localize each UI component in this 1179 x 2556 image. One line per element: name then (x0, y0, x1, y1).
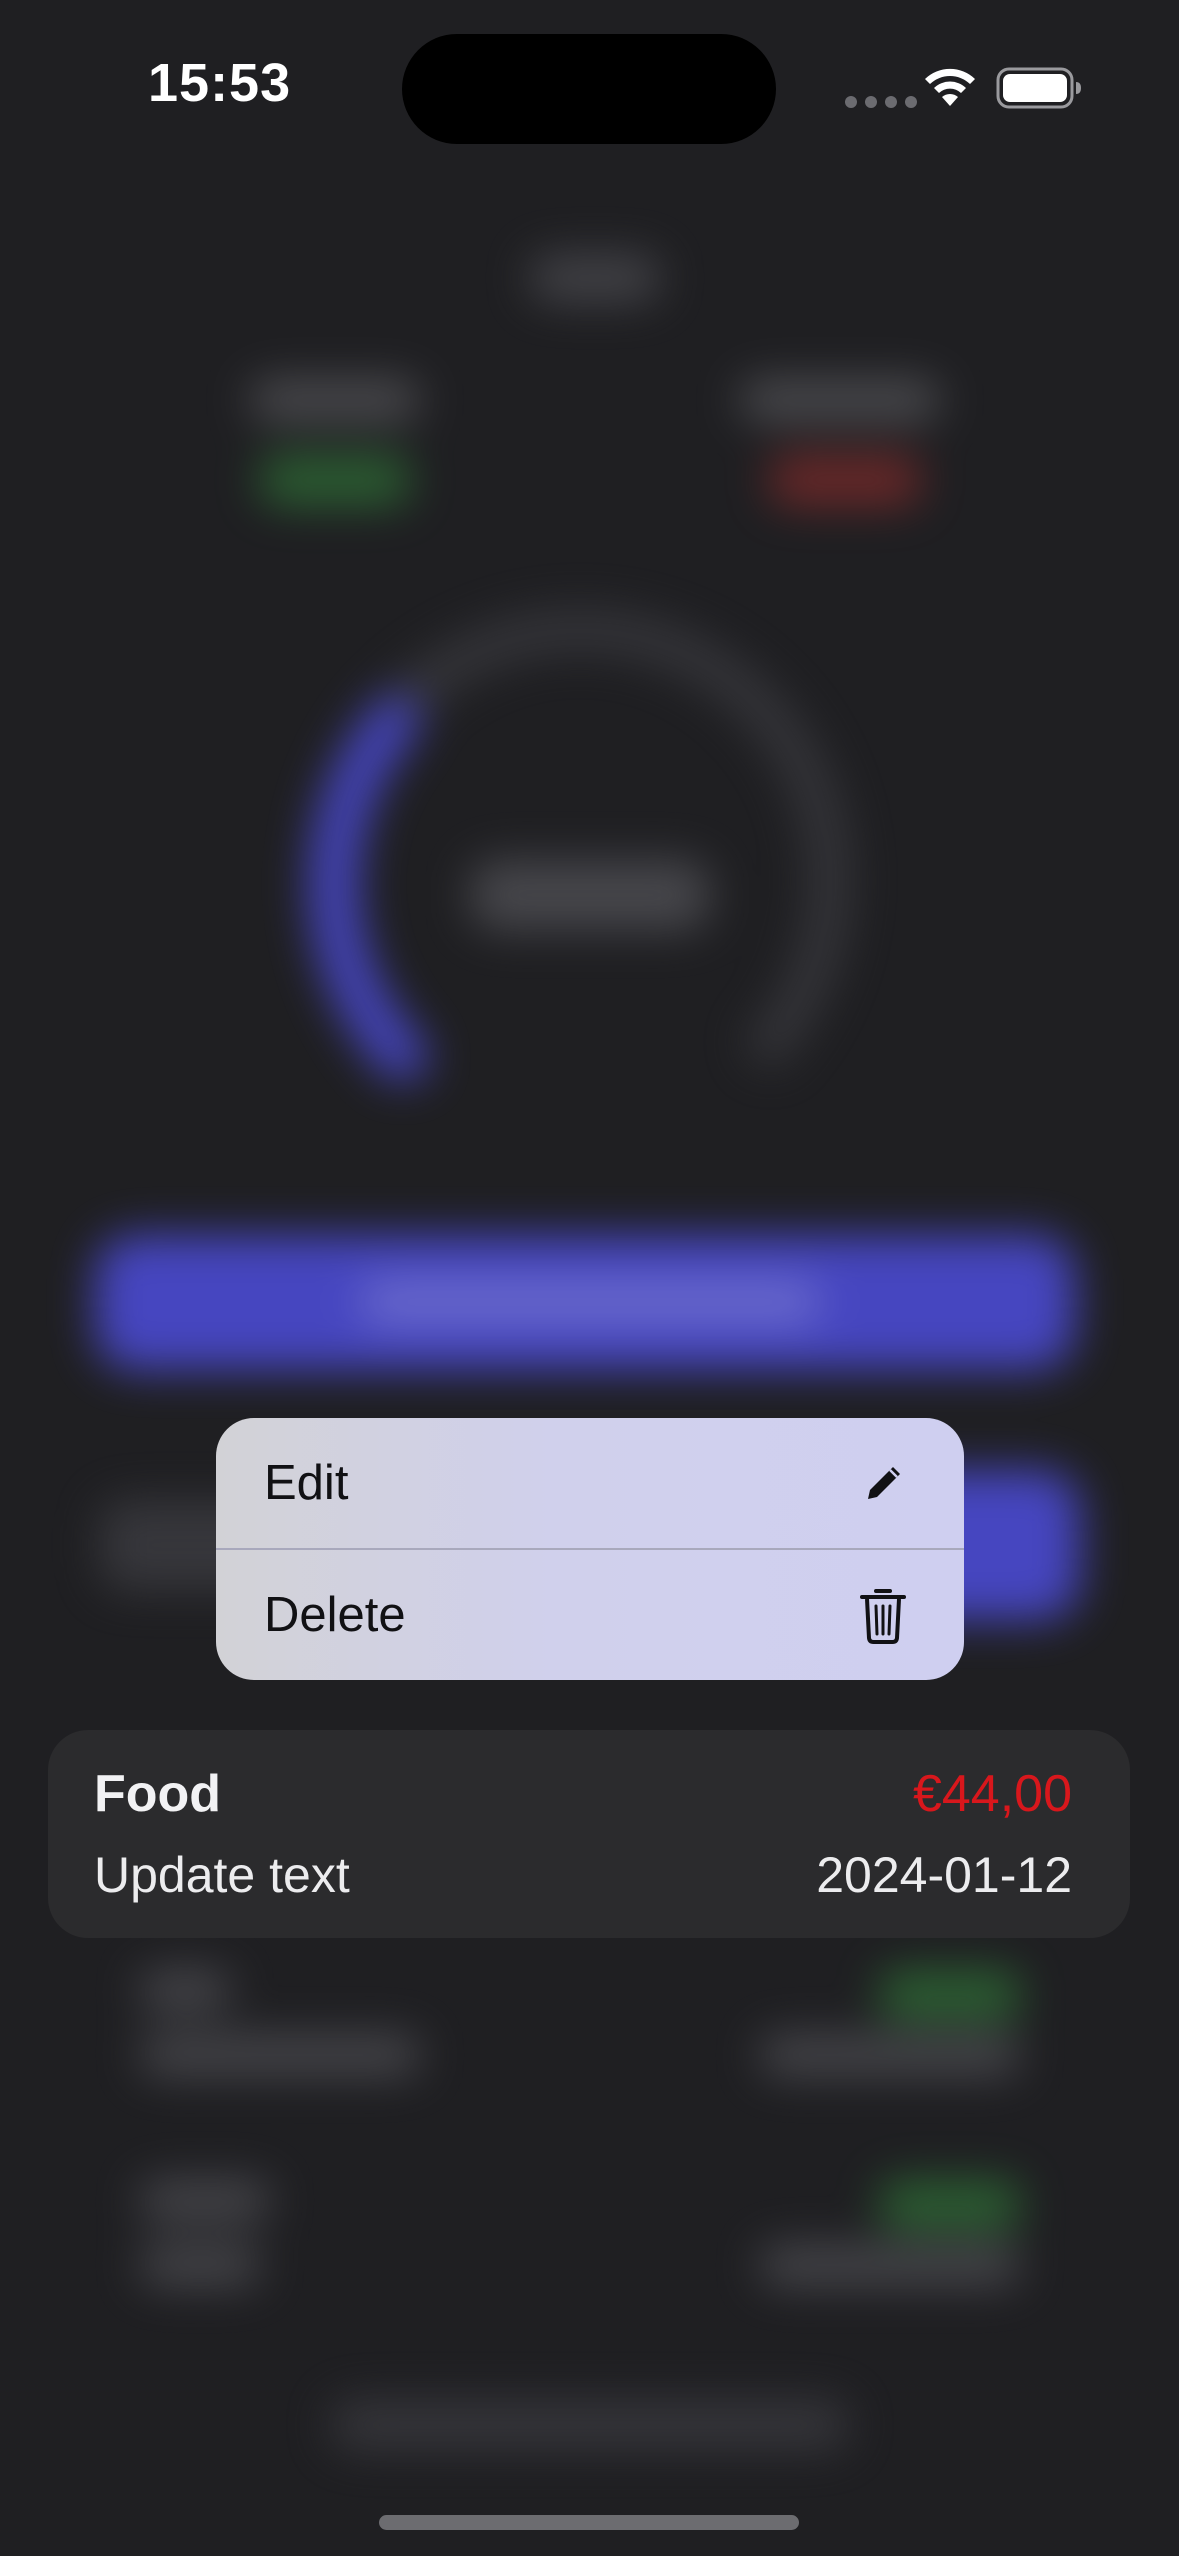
blurred-expense-value (770, 455, 920, 505)
blurred-background (0, 0, 1179, 2556)
blurred-list-item (120, 2170, 1060, 2360)
transaction-category: Food (94, 1765, 222, 1823)
battery-icon (996, 67, 1081, 109)
wifi-icon (925, 68, 975, 106)
edit-menu-item[interactable]: Edit (216, 1418, 964, 1548)
transaction-date: 2024-01-12 (816, 1847, 1072, 1903)
edit-menu-label: Edit (264, 1456, 349, 1510)
blurred-balance-value (470, 860, 710, 930)
transaction-amount: €44,00 (912, 1765, 1072, 1823)
home-indicator[interactable] (379, 2515, 799, 2530)
blurred-income-label (250, 380, 420, 420)
status-time: 15:53 (148, 53, 292, 113)
pencil-icon (860, 1459, 908, 1507)
delete-menu-item[interactable]: Delete (216, 1550, 964, 1680)
blurred-title (530, 255, 660, 301)
cellular-signal-icon (845, 96, 917, 108)
app-screen: 15:53 Edit Delete Food €44,00 Update tex… (0, 0, 1179, 2556)
blurred-primary-button-label (360, 1280, 820, 1324)
blurred-list-item (120, 1960, 1060, 2150)
blurred-footer-text (330, 2400, 850, 2450)
delete-menu-label: Delete (264, 1588, 406, 1642)
trash-icon (858, 1585, 908, 1645)
blurred-income-value (260, 455, 410, 505)
dynamic-island (402, 34, 776, 144)
blurred-expense-label (740, 380, 940, 420)
context-menu: Edit Delete (216, 1418, 964, 1680)
transaction-card[interactable]: Food €44,00 Update text 2024-01-12 (48, 1730, 1130, 1938)
transaction-note: Update text (94, 1847, 350, 1903)
